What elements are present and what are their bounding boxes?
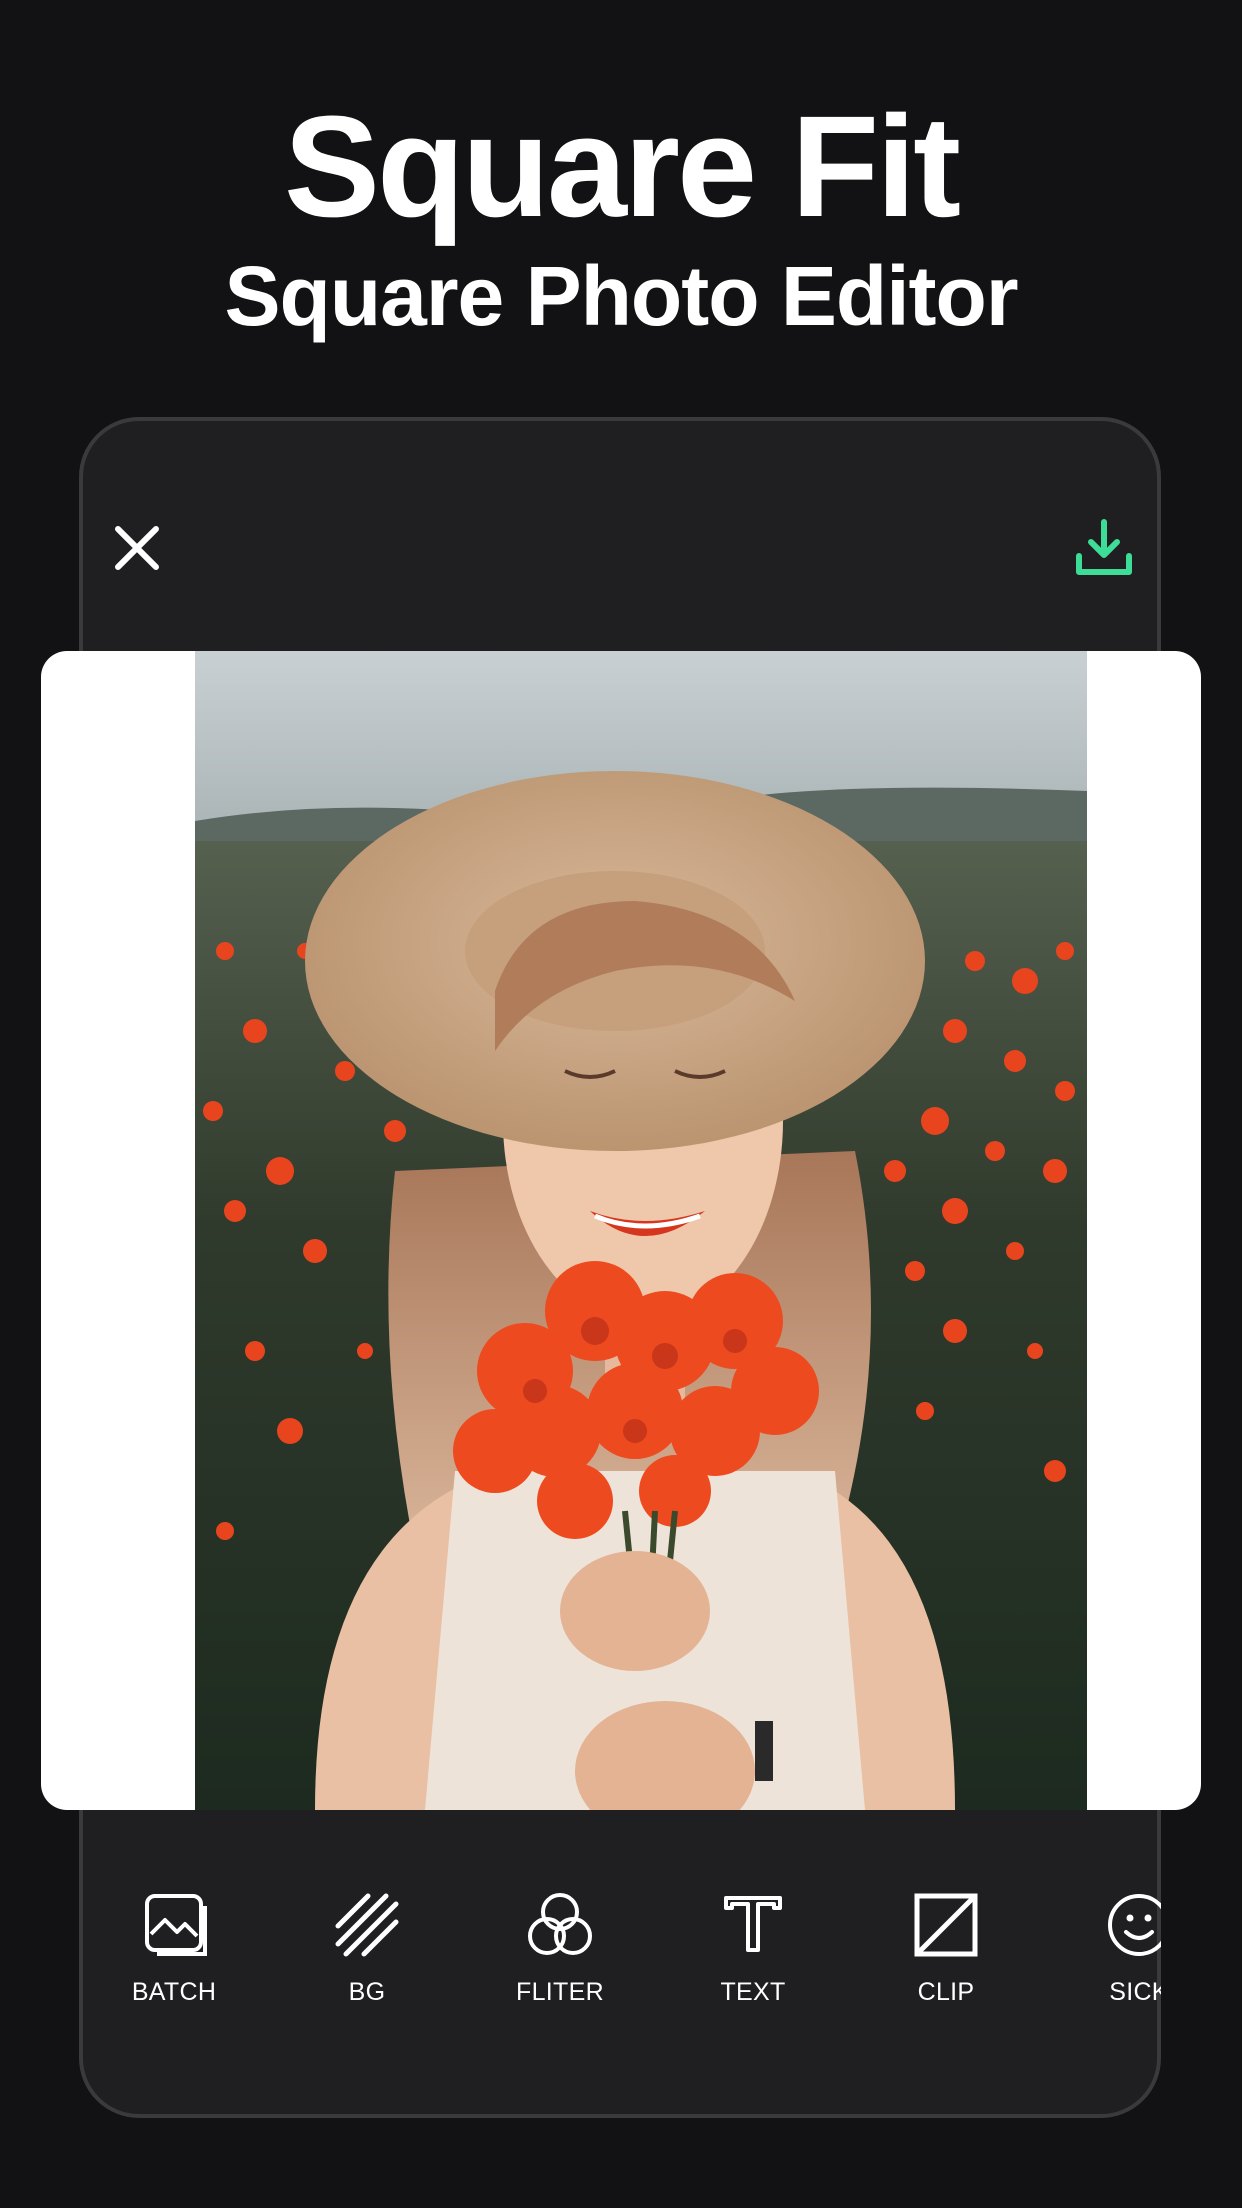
tool-filter[interactable]: FLITER [475, 1890, 645, 2050]
sticker-icon [1108, 1894, 1161, 1956]
edited-photo [195, 651, 1087, 1810]
tool-sticker-label: SICK [1109, 1978, 1161, 2006]
clip-icon [914, 1893, 978, 1957]
text-icon [724, 1896, 782, 1952]
close-button[interactable] [112, 523, 162, 573]
tool-text-label: TEXT [720, 1978, 786, 2006]
tool-clip-label: CLIP [917, 1978, 975, 2006]
tool-filter-label: FLITER [516, 1978, 604, 2006]
tool-bar: BATCH BG FLITER TEXT CLIP SICK [79, 1890, 1161, 2050]
tool-batch-label: BATCH [131, 1978, 217, 2006]
photo-canvas[interactable] [41, 651, 1201, 1810]
download-icon [1076, 519, 1132, 575]
batch-icon [145, 1894, 207, 1956]
filter-icon [528, 1893, 592, 1955]
close-icon [115, 526, 159, 570]
bg-icon [335, 1893, 399, 1957]
app-title: Square Fit [283, 86, 961, 247]
download-button[interactable] [1073, 518, 1135, 580]
tool-bg[interactable]: BG [282, 1890, 452, 2050]
tool-text[interactable]: TEXT [668, 1890, 838, 2050]
tool-sticker[interactable]: SICK [1054, 1890, 1161, 2050]
tool-bg-label: BG [348, 1978, 386, 2006]
photo-illustration [195, 651, 1087, 1810]
tool-clip[interactable]: CLIP [861, 1890, 1031, 2050]
tool-batch[interactable]: BATCH [89, 1890, 259, 2050]
app-subtitle: Square Photo Editor [224, 249, 1018, 343]
